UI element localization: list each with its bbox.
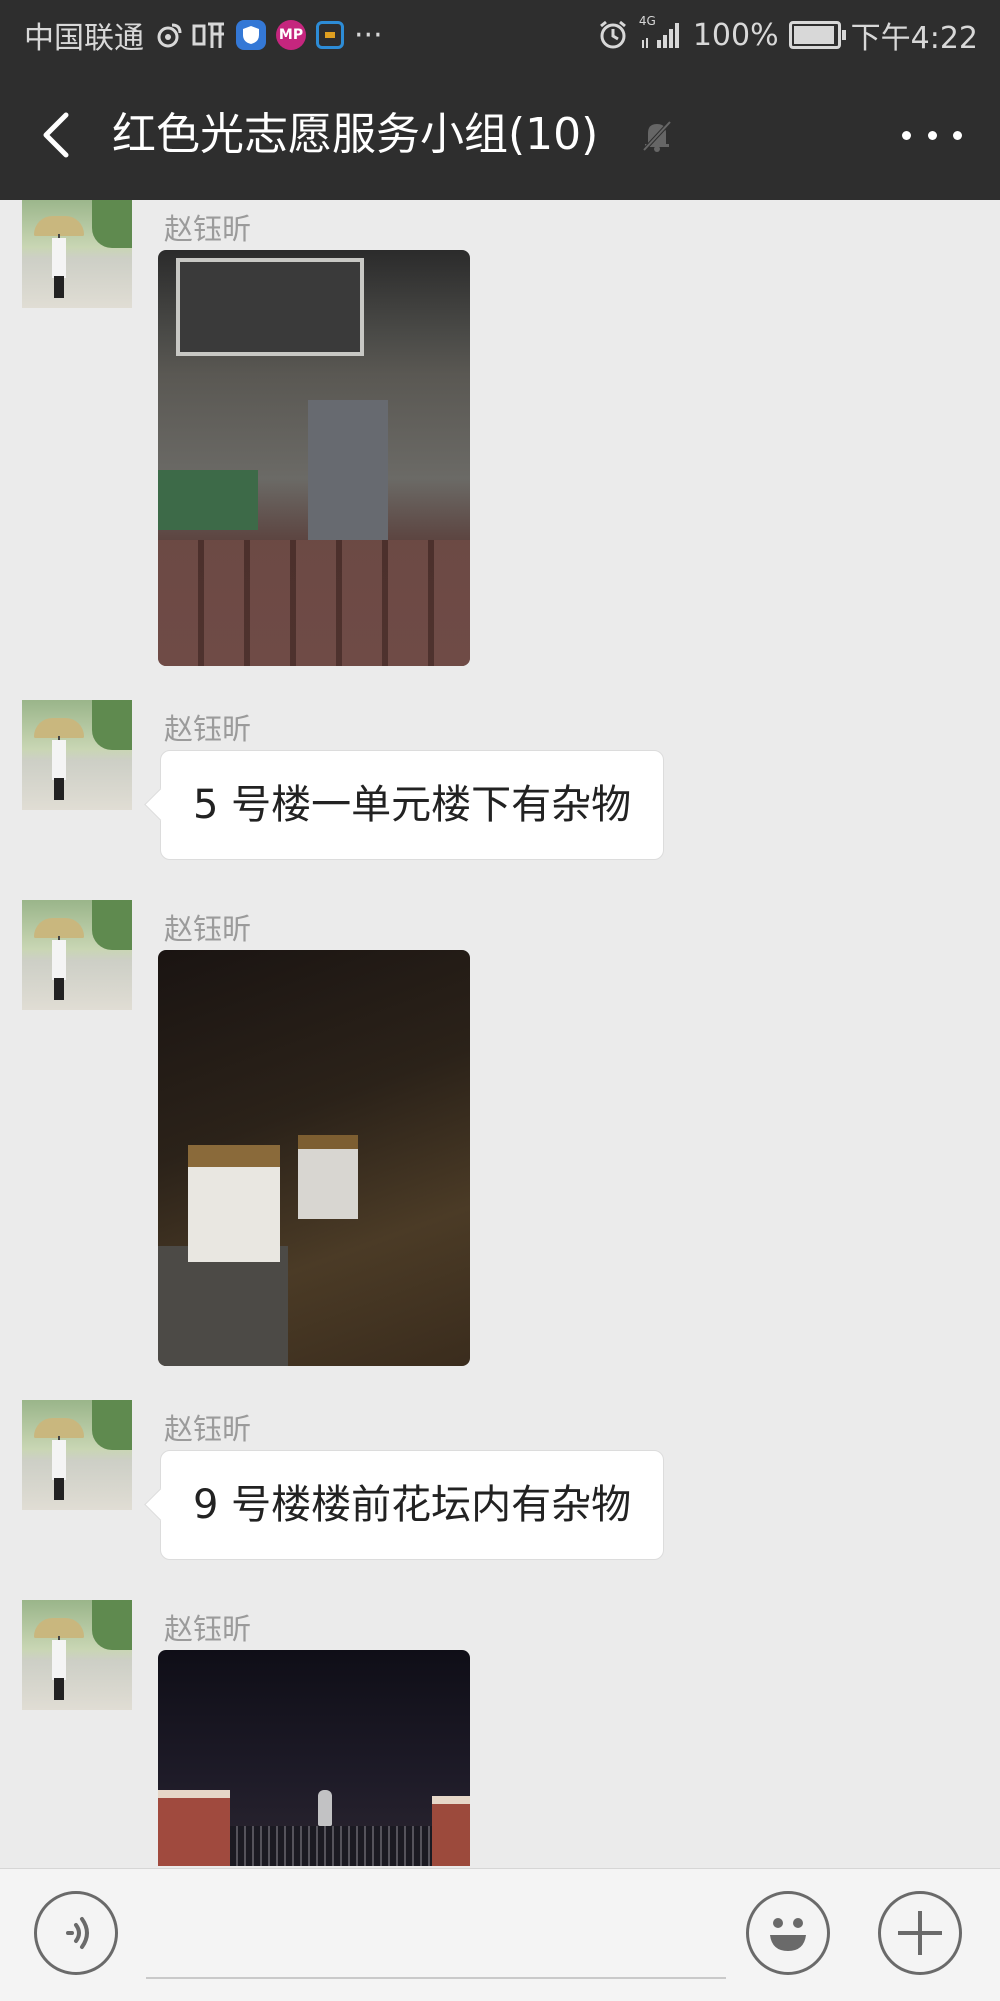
more-dot: [927, 130, 937, 140]
voice-button[interactable]: [34, 1891, 118, 1975]
more-options-button[interactable]: [902, 115, 962, 155]
emoji-button[interactable]: [746, 1891, 830, 1975]
bell-off-icon: [638, 116, 676, 154]
avatar[interactable]: [22, 700, 132, 810]
back-button[interactable]: [30, 105, 90, 165]
text-bubble[interactable]: 5 号楼一单元楼下有杂物: [160, 750, 665, 860]
weibo-icon: [154, 21, 182, 49]
image-message[interactable]: [158, 250, 470, 666]
message-list[interactable]: 赵钰昕 赵钰昕 5 号楼一单元楼下有杂物 赵钰昕 赵钰昕 9 号楼楼前花坛内有杂…: [0, 200, 1000, 1868]
chevron-left-icon: [43, 112, 69, 158]
battery-percent: 100%: [692, 17, 779, 53]
signal-icon: 4G: [639, 14, 683, 50]
chat-header: 红色光志愿服务小组(10): [0, 70, 1000, 200]
text-bubble[interactable]: 9 号楼楼前花坛内有杂物: [160, 1450, 665, 1560]
image-message[interactable]: [158, 1650, 470, 1866]
voice-icon: [66, 1917, 89, 1949]
status-bar: 中国联通 MP ··· 4G 100% 下午4:22: [0, 0, 1000, 70]
notification-icon: [316, 21, 344, 49]
image-message[interactable]: [158, 950, 470, 1366]
input-bar: [0, 1868, 1000, 2001]
avatar[interactable]: [22, 1400, 132, 1510]
more-notifications-icon: ···: [354, 17, 383, 53]
mp-icon: MP: [276, 20, 306, 50]
avatar[interactable]: [22, 900, 132, 1010]
message-input[interactable]: [146, 1899, 726, 1979]
plus-icon: [898, 1911, 942, 1955]
sender-name: 赵钰昕: [164, 1612, 252, 1646]
chat-title: 红色光志愿服务小组(10): [112, 109, 599, 160]
more-dot: [902, 130, 911, 140]
sender-name: 赵钰昕: [164, 712, 252, 746]
clock: 下午4:22: [850, 21, 978, 56]
avatar[interactable]: [22, 200, 132, 308]
shield-icon: [236, 20, 266, 50]
ting-icon: [192, 20, 226, 50]
smile-icon: [770, 1918, 806, 1951]
alarm-icon: [597, 19, 629, 51]
sender-name: 赵钰昕: [164, 912, 252, 946]
battery-icon: [788, 21, 846, 49]
sender-name: 赵钰昕: [164, 1412, 252, 1446]
network-type-label: 4G: [638, 14, 656, 28]
more-functions-button[interactable]: [878, 1891, 962, 1975]
carrier-label: 中国联通: [24, 21, 144, 56]
more-dot: [953, 130, 962, 140]
avatar[interactable]: [22, 1600, 132, 1710]
sender-name: 赵钰昕: [164, 212, 252, 246]
